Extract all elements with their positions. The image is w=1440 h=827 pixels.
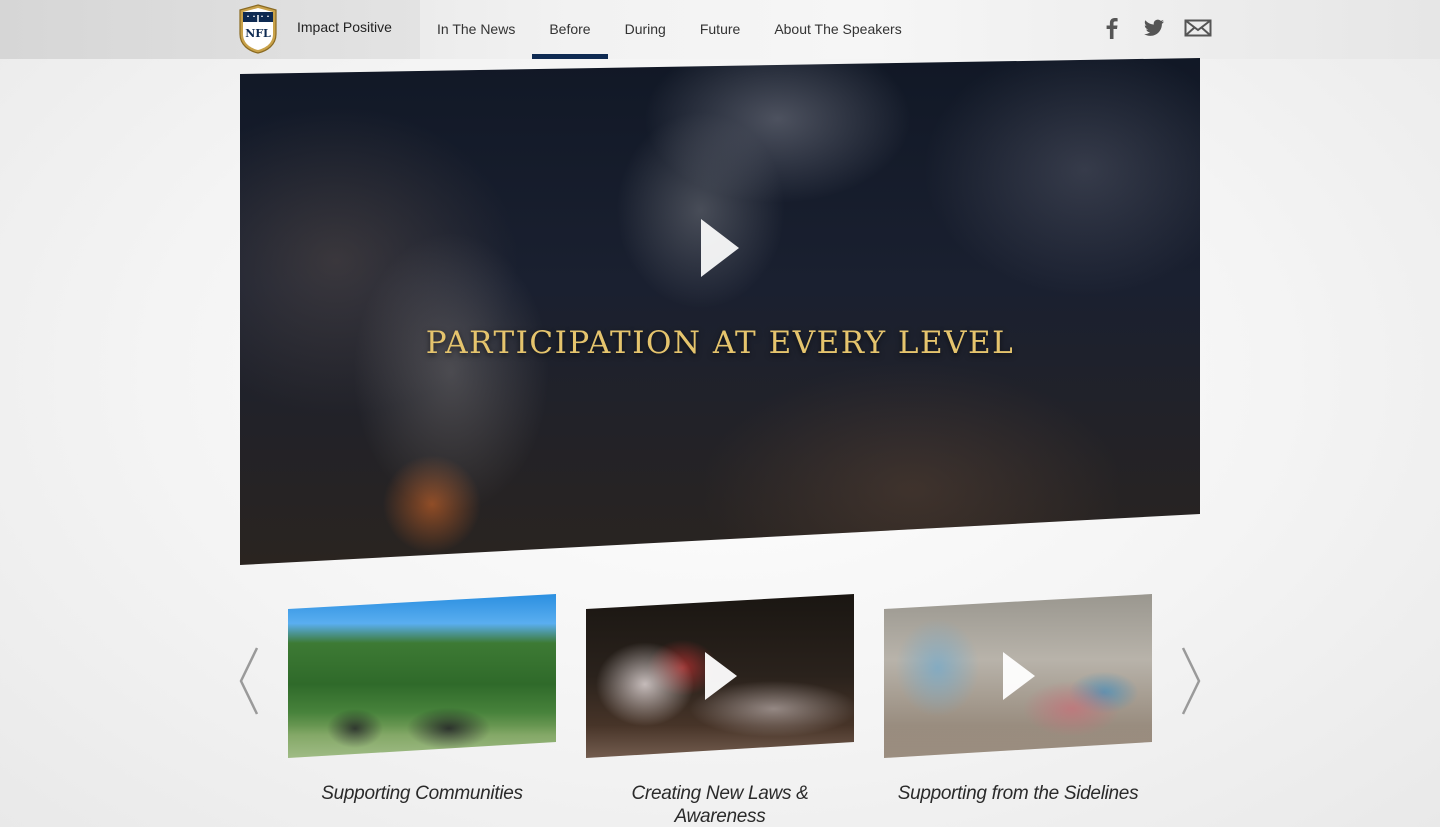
top-navigation-bar: NFL Impact Positive In The News Before D… (0, 0, 1440, 59)
social-links (1100, 16, 1212, 40)
video-card-creating-new-laws[interactable]: Creating New Laws & Awareness (586, 594, 854, 827)
nfl-logo-icon[interactable]: NFL (238, 4, 278, 54)
video-thumbnail[interactable] (884, 594, 1152, 758)
play-icon[interactable] (1003, 652, 1035, 700)
hero-video[interactable]: PARTICIPATION AT EVERY LEVEL (240, 58, 1200, 565)
video-card-caption[interactable]: Creating New Laws & Awareness (586, 782, 854, 827)
nav-item-about-the-speakers[interactable]: About The Speakers (757, 0, 918, 59)
facebook-icon[interactable] (1100, 16, 1124, 40)
main-nav: In The News Before During Future About T… (420, 0, 919, 59)
nav-item-in-the-news[interactable]: In The News (420, 0, 532, 59)
video-card-supporting-communities[interactable]: Supporting Communities (288, 594, 556, 805)
video-thumbnail[interactable] (586, 594, 854, 758)
email-icon[interactable] (1184, 16, 1212, 40)
chevron-right-icon[interactable] (1180, 646, 1202, 716)
chevron-left-icon[interactable] (238, 646, 260, 716)
nav-item-during[interactable]: During (608, 0, 683, 59)
play-icon[interactable] (701, 219, 739, 277)
video-card-supporting-from-sidelines[interactable]: Supporting from the Sidelines (884, 594, 1152, 805)
brand-title[interactable]: Impact Positive (297, 19, 392, 35)
svg-text:NFL: NFL (245, 27, 271, 40)
nav-item-future[interactable]: Future (683, 0, 757, 59)
hero-title: PARTICIPATION AT EVERY LEVEL (425, 325, 1015, 361)
video-card-caption[interactable]: Supporting Communities (288, 782, 556, 805)
video-card-caption[interactable]: Supporting from the Sidelines (884, 782, 1152, 805)
twitter-icon[interactable] (1142, 16, 1166, 40)
nav-item-before[interactable]: Before (532, 0, 608, 59)
play-icon[interactable] (705, 652, 737, 700)
video-thumbnail[interactable] (288, 594, 556, 758)
